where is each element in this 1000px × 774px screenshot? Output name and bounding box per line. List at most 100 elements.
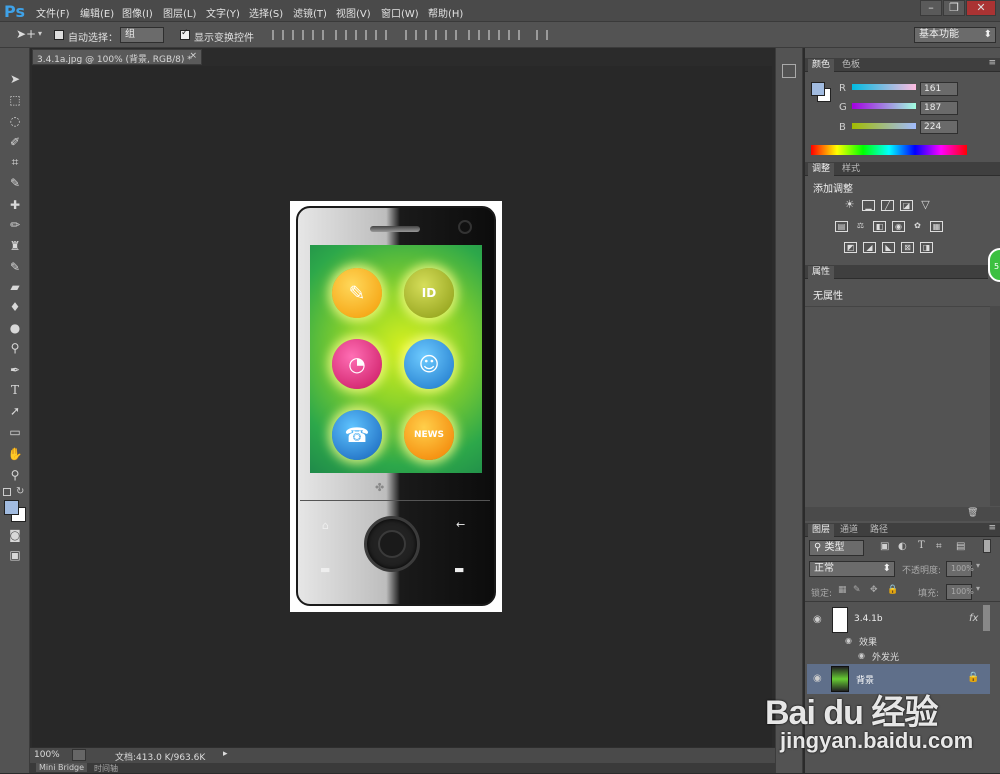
distribute-right-icon[interactable]: [508, 30, 520, 40]
hue-sat-icon[interactable]: ▤: [835, 221, 848, 232]
photo-filter-icon[interactable]: ◉: [892, 221, 905, 232]
filter-smart-icon[interactable]: ▤: [956, 541, 965, 552]
layers-scrollbar-thumb[interactable]: [983, 605, 990, 631]
crop-tool-icon[interactable]: ⌗: [5, 153, 25, 171]
align-right-icon[interactable]: [375, 30, 387, 40]
move-tool-icon[interactable]: ➤: [5, 70, 25, 88]
menu-type[interactable]: 文字(Y): [206, 5, 240, 20]
filter-pixel-icon[interactable]: ▣: [880, 541, 889, 552]
zoom-level[interactable]: 100%: [34, 750, 60, 760]
menu-view[interactable]: 视图(V): [336, 5, 371, 20]
restore-icon[interactable]: ❐: [943, 0, 965, 16]
levels-icon[interactable]: ▁: [862, 200, 875, 211]
path-select-icon[interactable]: ➚: [5, 402, 25, 420]
quick-select-tool-icon[interactable]: ✐: [5, 133, 25, 151]
rectangle-tool-icon[interactable]: ▭: [5, 423, 25, 441]
tab-properties[interactable]: 属性: [808, 266, 835, 279]
blur-tool-icon[interactable]: ●: [5, 319, 25, 337]
align-hcenter-icon[interactable]: [355, 30, 367, 40]
tab-swatches[interactable]: 色板: [838, 59, 864, 72]
float-badge[interactable]: 5: [988, 248, 1000, 282]
screen-mode-icon[interactable]: ▣: [5, 546, 25, 564]
tab-adjustments[interactable]: 调整: [808, 163, 835, 176]
lock-pixels-icon[interactable]: ✎: [853, 585, 861, 595]
r-value[interactable]: 161: [920, 82, 958, 96]
tab-styles[interactable]: 样式: [838, 163, 864, 176]
color-lookup-icon[interactable]: ▦: [930, 221, 943, 232]
eyedropper-tool-icon[interactable]: ✎: [5, 174, 25, 192]
filter-adjust-icon[interactable]: ◐: [898, 541, 907, 552]
curves-icon[interactable]: ╱: [881, 200, 894, 211]
props-scrollbar[interactable]: [990, 306, 1000, 506]
color-spectrum[interactable]: [811, 145, 967, 155]
lasso-tool-icon[interactable]: ◌: [5, 112, 25, 130]
type-tool-icon[interactable]: T: [5, 381, 25, 399]
selective-color-icon[interactable]: ◨: [920, 242, 933, 253]
exposure-icon[interactable]: ◪: [900, 200, 913, 211]
menu-filter[interactable]: 滤镜(T): [293, 5, 327, 20]
menu-select[interactable]: 选择(S): [249, 5, 283, 20]
layer-name[interactable]: 3.4.1b: [854, 614, 883, 624]
g-slider[interactable]: [852, 103, 916, 109]
posterize-icon[interactable]: ◢: [863, 242, 876, 253]
distribute-top-icon[interactable]: [405, 30, 417, 40]
chevron-down-icon[interactable]: ▾: [976, 561, 980, 570]
healing-tool-icon[interactable]: ✚: [5, 196, 25, 214]
show-transform-checkbox[interactable]: ✓: [180, 28, 190, 40]
quick-mask-icon[interactable]: ◙: [5, 526, 25, 544]
status-arrow-icon[interactable]: ▸: [223, 749, 228, 759]
filter-toggle[interactable]: [983, 539, 991, 553]
chevron-down-icon[interactable]: ▾: [38, 29, 42, 38]
filter-type-icon[interactable]: T: [918, 540, 925, 551]
distribute-vcenter-icon[interactable]: [425, 30, 437, 40]
eye-icon[interactable]: ◉: [845, 636, 852, 645]
auto-align-icon[interactable]: [536, 30, 548, 40]
menu-image[interactable]: 图像(I): [122, 5, 153, 20]
tab-paths[interactable]: 路径: [866, 524, 892, 537]
distribute-hcenter-icon[interactable]: [488, 30, 500, 40]
tab-timeline[interactable]: 时间轴: [94, 763, 118, 774]
opacity-field[interactable]: 100%: [946, 561, 974, 577]
eye-icon[interactable]: ◉: [813, 614, 822, 625]
tab-mini-bridge[interactable]: Mini Bridge: [36, 763, 88, 772]
auto-select-checkbox[interactable]: [54, 30, 64, 40]
pen-tool-icon[interactable]: ✒: [5, 361, 25, 379]
r-slider[interactable]: [852, 84, 916, 90]
fg-color-swatch[interactable]: [811, 82, 825, 96]
eraser-tool-icon[interactable]: ▰: [5, 278, 25, 296]
g-value[interactable]: 187: [920, 101, 958, 115]
zoom-tool-icon[interactable]: ⚲: [5, 466, 25, 484]
tab-layers[interactable]: 图层: [808, 524, 835, 537]
history-brush-icon[interactable]: ✎: [5, 258, 25, 276]
layer-filter-dropdown[interactable]: ⚲ 类型: [809, 540, 864, 556]
swap-colors-icon[interactable]: ↻: [16, 486, 24, 497]
menu-edit[interactable]: 编辑(E): [80, 5, 114, 20]
brush-tool-icon[interactable]: ✏: [5, 216, 25, 234]
blend-mode-dropdown[interactable]: 正常 ⬍: [809, 561, 895, 577]
b-slider[interactable]: [852, 123, 916, 129]
fx-icon[interactable]: fx: [969, 613, 978, 624]
b-value[interactable]: 224: [920, 120, 958, 134]
align-bottom-icon[interactable]: [312, 30, 324, 40]
filter-shape-icon[interactable]: ⌗: [936, 541, 942, 552]
distribute-bottom-icon[interactable]: [445, 30, 457, 40]
paint-bucket-icon[interactable]: ♦: [5, 298, 25, 316]
lock-icon[interactable]: 🔒: [967, 672, 979, 683]
panel-menu-icon[interactable]: ≡: [988, 523, 996, 533]
outer-glow-label[interactable]: 外发光: [872, 650, 899, 663]
workspace-dropdown[interactable]: 基本功能 ⬍: [914, 27, 996, 43]
lock-position-icon[interactable]: ✥: [870, 585, 878, 595]
dodge-tool-icon[interactable]: ⚲: [5, 339, 25, 357]
history-panel-icon[interactable]: [782, 64, 796, 78]
default-colors-icon[interactable]: [3, 488, 11, 496]
menu-help[interactable]: 帮助(H): [428, 5, 463, 20]
fill-field[interactable]: 100%: [946, 584, 974, 600]
distribute-left-icon[interactable]: [468, 30, 480, 40]
hand-tool-icon[interactable]: ✋: [5, 445, 25, 463]
color-balance-icon[interactable]: ⚖: [854, 221, 867, 232]
align-left-icon[interactable]: [335, 30, 347, 40]
tab-channels[interactable]: 通道: [836, 524, 862, 537]
invert-icon[interactable]: ◩: [844, 242, 857, 253]
auto-select-dropdown[interactable]: 组: [120, 27, 164, 43]
menu-layer[interactable]: 图层(L): [163, 5, 196, 20]
